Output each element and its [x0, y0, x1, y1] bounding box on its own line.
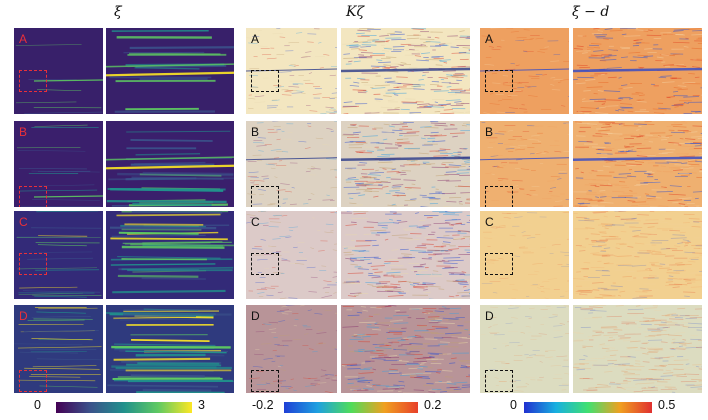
panel-letter: A — [485, 32, 494, 46]
panel-kzeta-d-overview: D — [246, 305, 337, 393]
panel-kzeta-b-overview: B — [246, 121, 337, 207]
panel-letter: B — [251, 125, 260, 139]
column-title-kzeta: Kζ — [346, 4, 365, 20]
panel-kzeta-b-zoom — [341, 121, 470, 207]
panel-xi-d-a-zoom — [573, 28, 702, 114]
roi-box — [251, 186, 279, 207]
panel-xi-b-zoom — [106, 121, 234, 207]
roi-box — [19, 70, 47, 92]
roi-box — [485, 186, 513, 207]
panel-letter: A — [19, 32, 28, 46]
column-title-xi: ξ — [114, 4, 122, 20]
colorbar-kzeta-max: 0.2 — [424, 398, 442, 412]
panel-letter: D — [251, 309, 260, 323]
roi-box — [251, 70, 279, 92]
panel-kzeta-c-zoom — [341, 211, 470, 299]
panel-letter: C — [19, 215, 28, 229]
colorbar-kzeta-min: -0.2 — [252, 398, 274, 412]
colorbar-xi-max: 3 — [198, 398, 205, 412]
panel-letter: D — [19, 309, 28, 323]
panel-xi-d-c-zoom — [573, 211, 702, 299]
colorbar-xi-d-max: 0.5 — [658, 398, 676, 412]
roi-box — [19, 370, 47, 392]
panel-xi-d-zoom — [106, 305, 234, 393]
panel-xi-a-overview: A — [14, 28, 103, 114]
panel-kzeta-c-overview: C — [246, 211, 337, 299]
roi-box — [485, 370, 513, 392]
roi-box — [19, 186, 47, 207]
roi-box — [485, 253, 513, 275]
roi-box — [19, 253, 47, 275]
roi-box — [485, 70, 513, 92]
panel-letter: B — [19, 125, 28, 139]
panel-xi-a-zoom — [106, 28, 234, 114]
panel-xi-d-b-overview: B — [480, 121, 569, 207]
panel-xi-d-d-overview: D — [480, 305, 569, 393]
panel-kzeta-a-overview: A — [246, 28, 337, 114]
panel-kzeta-a-zoom — [341, 28, 470, 114]
roi-box — [251, 370, 279, 392]
panel-letter: B — [485, 125, 494, 139]
panel-xi-c-overview: C — [14, 211, 103, 299]
column-title-xi-d: ξ − d — [572, 4, 610, 20]
panel-letter: A — [251, 32, 260, 46]
panel-xi-d-d-zoom — [573, 305, 702, 393]
roi-box — [251, 253, 279, 275]
panel-letter: D — [485, 309, 494, 323]
colorbar-xi-d — [524, 402, 652, 413]
panel-letter: C — [485, 215, 494, 229]
colorbar-xi — [56, 402, 192, 413]
panel-xi-b-overview: B — [14, 121, 103, 207]
panel-xi-d-overview: D — [14, 305, 103, 393]
panel-xi-d-b-zoom — [573, 121, 702, 207]
colorbar-xi-d-min: 0 — [510, 398, 517, 412]
colorbar-xi-min: 0 — [34, 398, 41, 412]
panel-kzeta-d-zoom — [341, 305, 470, 393]
panel-letter: C — [251, 215, 260, 229]
panel-xi-c-zoom — [106, 211, 234, 299]
panel-xi-d-a-overview: A — [480, 28, 569, 114]
panel-xi-d-c-overview: C — [480, 211, 569, 299]
colorbar-kzeta — [284, 402, 418, 413]
